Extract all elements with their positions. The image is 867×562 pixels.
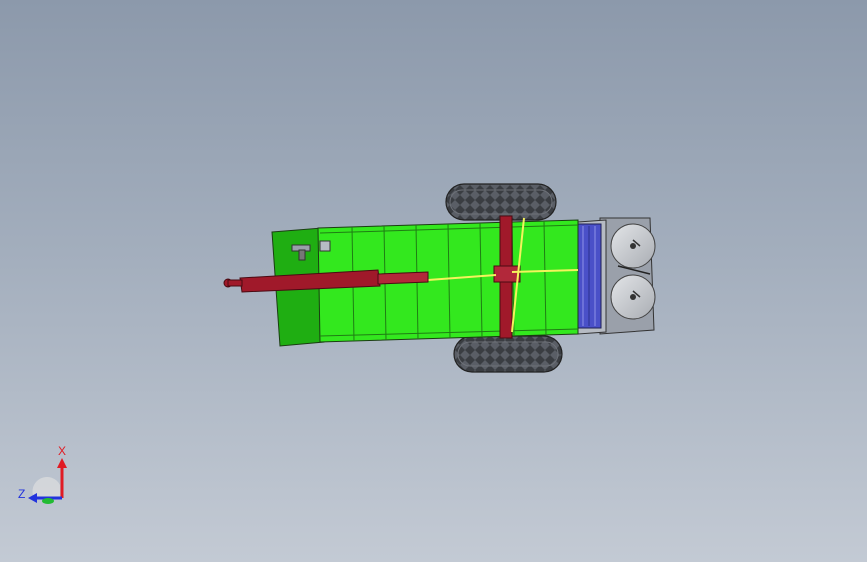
x-axis-label: X	[58, 444, 66, 458]
spreader-disc-top[interactable]	[610, 223, 656, 269]
blue-roller[interactable]	[576, 223, 602, 329]
y-axis-dot	[42, 498, 54, 504]
z-axis-label: Z	[18, 487, 25, 501]
bottom-wheel[interactable]	[453, 335, 563, 373]
z-axis-arrow	[28, 493, 37, 503]
3d-viewport[interactable]	[0, 0, 867, 562]
x-axis-arrow	[57, 458, 67, 468]
coordinate-triad: X Z	[18, 444, 67, 504]
spreader-disc-bottom[interactable]	[610, 274, 656, 320]
top-wheel[interactable]	[445, 183, 557, 221]
